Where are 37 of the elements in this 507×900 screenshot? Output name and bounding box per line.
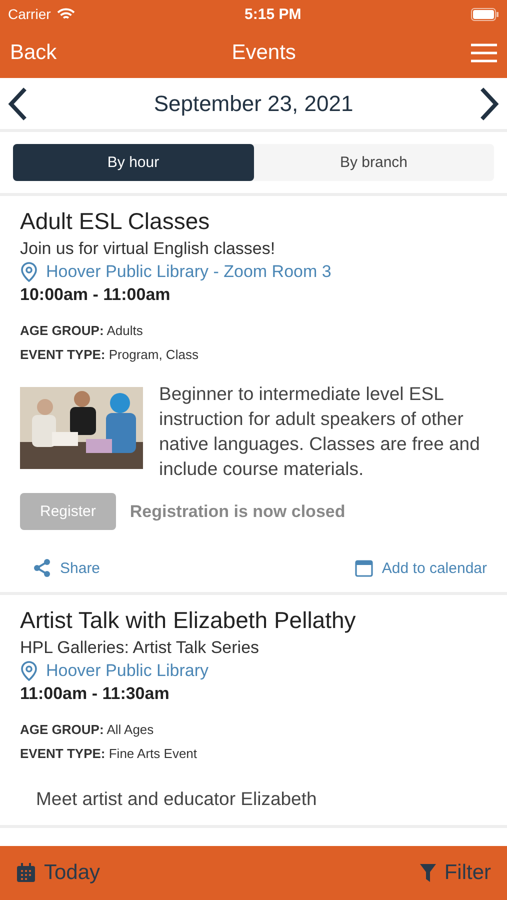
registration-note: Registration is now closed	[130, 502, 346, 522]
next-day-icon[interactable]	[479, 86, 499, 120]
calendar-icon	[354, 558, 374, 578]
selected-date: September 23, 2021	[154, 90, 354, 116]
location-link[interactable]: Hoover Public Library	[46, 661, 209, 681]
age-group: AGE GROUP: All Ages	[20, 722, 487, 737]
age-group: AGE GROUP: Adults	[20, 323, 487, 338]
event-subtitle: Join us for virtual English classes!	[20, 239, 276, 259]
share-icon	[32, 558, 52, 578]
wifi-icon	[56, 8, 75, 20]
calendar-icon	[16, 863, 36, 883]
location-pin-icon	[20, 262, 38, 282]
event-time: 10:00am - 11:00am	[20, 285, 172, 305]
previous-day-icon[interactable]	[8, 86, 28, 120]
event-title: Artist Talk with Elizabeth Pellathy	[20, 607, 357, 634]
event-description: Meet artist and educator Elizabeth	[35, 787, 318, 811]
status-time: 5:15 PM	[244, 6, 302, 22]
filter-button[interactable]: Filter	[444, 861, 491, 885]
carrier-label: Carrier	[8, 6, 51, 22]
back-button[interactable]: Back	[10, 41, 57, 65]
page-title: Events	[232, 41, 296, 65]
event-type: EVENT TYPE: Fine Arts Event	[20, 746, 198, 761]
view-tab[interactable]: By hour	[13, 144, 254, 181]
event-subtitle: HPL Galleries: Artist Talk Series	[20, 638, 260, 658]
location-pin-icon	[20, 661, 38, 681]
share-link[interactable]: Share	[32, 558, 100, 578]
event-time: 11:00am - 11:30am	[20, 684, 170, 704]
add-to-calendar-link[interactable]: Add to calendar	[354, 558, 487, 578]
today-button[interactable]: Today	[44, 861, 100, 885]
battery-icon	[470, 8, 499, 20]
event-description: Beginner to intermediate level ESL instruction for adult speakers of other native languages. Classes are free and include course materials.	[159, 382, 481, 481]
location-link[interactable]: Hoover Public Library - Zoom Room 3	[46, 262, 332, 282]
filter-icon	[420, 864, 436, 882]
event-type: EVENT TYPE: Program, Class	[20, 347, 200, 362]
event-title: Adult ESL Classes	[20, 208, 211, 235]
view-tab[interactable]: By branch	[254, 144, 494, 181]
menu-icon[interactable]	[470, 43, 497, 63]
